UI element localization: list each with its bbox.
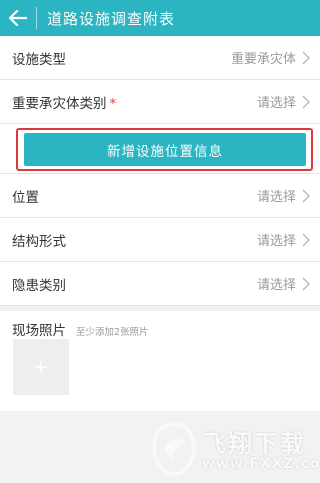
- facility-type-label: 设施类型: [12, 51, 66, 68]
- carrier-category-value: 请选择: [256, 96, 296, 111]
- chevron-right-icon: [302, 233, 310, 246]
- hazard-type-value: 请选择: [256, 278, 296, 293]
- location-value: 请选择: [256, 190, 296, 205]
- watermark-url: www.FXXZ.com: [202, 456, 320, 472]
- header-divider: [36, 7, 37, 29]
- structure-label: 结构形式: [12, 233, 66, 250]
- add-location-button[interactable]: 新增设施位置信息: [24, 133, 306, 166]
- back-button[interactable]: [0, 0, 36, 36]
- app-root: 道路设施调查附表 设施类型 重要承灾体 重要承灾体类别 * 请选择 新增设施位置信…: [0, 0, 320, 483]
- photo-section: 现场照片 至少添加2张照片: [0, 311, 320, 411]
- structure-value: 请选择: [256, 234, 296, 249]
- add-location-section: 新增设施位置信息: [0, 124, 320, 174]
- facility-form: 设施类型 重要承灾体 重要承灾体类别* 请选择 新增设施位置信息 位置 请选择: [0, 36, 320, 306]
- watermark: 飞翔下载 www.FXXZ.com: [150, 418, 320, 480]
- chevron-right-icon: [302, 95, 310, 108]
- page-title: 道路设施调查附表: [47, 9, 176, 28]
- top-bar: 道路设施调查附表: [0, 0, 320, 36]
- arrow-left-icon: [9, 10, 27, 26]
- watermark-name: 飞翔下载: [202, 430, 306, 458]
- structure-row[interactable]: 结构形式 请选择: [0, 218, 320, 262]
- location-label: 位置: [12, 189, 39, 206]
- photo-title: 现场照片: [12, 323, 66, 339]
- chevron-right-icon: [302, 51, 310, 64]
- chevron-right-icon: [302, 277, 310, 290]
- photo-hint: 至少添加2张照片: [76, 327, 149, 338]
- plus-icon: [35, 361, 47, 373]
- add-photo-button[interactable]: [13, 339, 69, 395]
- carrier-category-label: 重要承灾体类别: [12, 95, 107, 112]
- hazard-type-row[interactable]: 隐患类别 请选择: [0, 262, 320, 306]
- chevron-right-icon: [302, 189, 310, 202]
- hazard-type-label: 隐患类别: [12, 277, 66, 294]
- location-row[interactable]: 位置 请选择: [0, 174, 320, 218]
- required-mark: *: [109, 95, 117, 112]
- facility-type-row[interactable]: 设施类型 重要承灾体: [0, 36, 320, 80]
- carrier-category-row[interactable]: 重要承灾体类别 * 请选择: [0, 80, 320, 124]
- watermark-logo: [151, 421, 197, 477]
- facility-type-value: 重要承灾体: [230, 52, 296, 67]
